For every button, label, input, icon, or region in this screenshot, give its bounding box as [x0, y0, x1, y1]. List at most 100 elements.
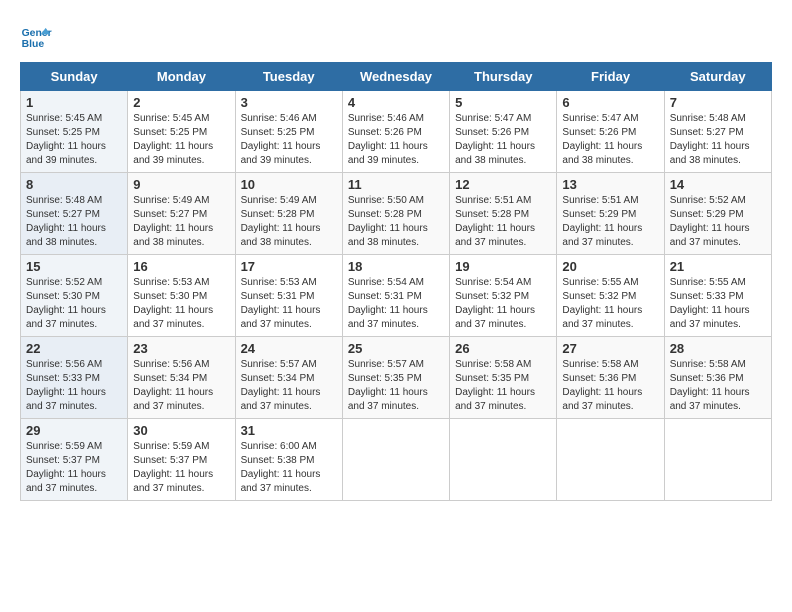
day-number: 7: [670, 95, 766, 110]
day-info: Sunrise: 5:48 AM Sunset: 5:27 PM Dayligh…: [670, 112, 766, 168]
calendar-day-cell: 26 Sunrise: 5:58 AM Sunset: 5:35 PM Dayl…: [450, 337, 557, 419]
weekday-header: Friday: [557, 63, 664, 91]
day-number: 6: [562, 95, 658, 110]
calendar-day-cell: 15 Sunrise: 5:52 AM Sunset: 5:30 PM Dayl…: [21, 255, 128, 337]
calendar-week-row: 1 Sunrise: 5:45 AM Sunset: 5:25 PM Dayli…: [21, 91, 772, 173]
day-info: Sunrise: 5:53 AM Sunset: 5:31 PM Dayligh…: [241, 276, 337, 332]
day-number: 14: [670, 177, 766, 192]
weekday-header: Tuesday: [235, 63, 342, 91]
calendar-day-cell: 5 Sunrise: 5:47 AM Sunset: 5:26 PM Dayli…: [450, 91, 557, 173]
calendar-day-cell: 30 Sunrise: 5:59 AM Sunset: 5:37 PM Dayl…: [128, 419, 235, 501]
day-info: Sunrise: 5:58 AM Sunset: 5:36 PM Dayligh…: [670, 358, 766, 414]
day-info: Sunrise: 5:58 AM Sunset: 5:35 PM Dayligh…: [455, 358, 551, 414]
calendar-week-row: 8 Sunrise: 5:48 AM Sunset: 5:27 PM Dayli…: [21, 173, 772, 255]
weekday-header: Thursday: [450, 63, 557, 91]
logo-icon: General Blue: [20, 20, 52, 52]
day-number: 21: [670, 259, 766, 274]
day-info: Sunrise: 5:55 AM Sunset: 5:33 PM Dayligh…: [670, 276, 766, 332]
day-number: 20: [562, 259, 658, 274]
calendar-day-cell: 11 Sunrise: 5:50 AM Sunset: 5:28 PM Dayl…: [342, 173, 449, 255]
day-info: Sunrise: 5:54 AM Sunset: 5:32 PM Dayligh…: [455, 276, 551, 332]
day-number: 29: [26, 423, 122, 438]
day-info: Sunrise: 5:47 AM Sunset: 5:26 PM Dayligh…: [455, 112, 551, 168]
weekday-header: Monday: [128, 63, 235, 91]
calendar-day-cell: 29 Sunrise: 5:59 AM Sunset: 5:37 PM Dayl…: [21, 419, 128, 501]
day-info: Sunrise: 5:55 AM Sunset: 5:32 PM Dayligh…: [562, 276, 658, 332]
day-number: 26: [455, 341, 551, 356]
day-info: Sunrise: 5:58 AM Sunset: 5:36 PM Dayligh…: [562, 358, 658, 414]
day-info: Sunrise: 6:00 AM Sunset: 5:38 PM Dayligh…: [241, 440, 337, 496]
day-number: 31: [241, 423, 337, 438]
day-number: 13: [562, 177, 658, 192]
calendar-day-cell: 3 Sunrise: 5:46 AM Sunset: 5:25 PM Dayli…: [235, 91, 342, 173]
day-number: 2: [133, 95, 229, 110]
day-info: Sunrise: 5:59 AM Sunset: 5:37 PM Dayligh…: [26, 440, 122, 496]
day-info: Sunrise: 5:53 AM Sunset: 5:30 PM Dayligh…: [133, 276, 229, 332]
day-info: Sunrise: 5:48 AM Sunset: 5:27 PM Dayligh…: [26, 194, 122, 250]
calendar-day-cell: 7 Sunrise: 5:48 AM Sunset: 5:27 PM Dayli…: [664, 91, 771, 173]
day-info: Sunrise: 5:56 AM Sunset: 5:33 PM Dayligh…: [26, 358, 122, 414]
day-info: Sunrise: 5:52 AM Sunset: 5:30 PM Dayligh…: [26, 276, 122, 332]
day-number: 8: [26, 177, 122, 192]
day-number: 24: [241, 341, 337, 356]
day-info: Sunrise: 5:51 AM Sunset: 5:28 PM Dayligh…: [455, 194, 551, 250]
calendar-day-cell: 2 Sunrise: 5:45 AM Sunset: 5:25 PM Dayli…: [128, 91, 235, 173]
weekday-header: Saturday: [664, 63, 771, 91]
calendar-day-cell: 28 Sunrise: 5:58 AM Sunset: 5:36 PM Dayl…: [664, 337, 771, 419]
calendar-day-cell: [664, 419, 771, 501]
calendar-day-cell: 20 Sunrise: 5:55 AM Sunset: 5:32 PM Dayl…: [557, 255, 664, 337]
calendar-day-cell: 24 Sunrise: 5:57 AM Sunset: 5:34 PM Dayl…: [235, 337, 342, 419]
calendar-day-cell: 23 Sunrise: 5:56 AM Sunset: 5:34 PM Dayl…: [128, 337, 235, 419]
calendar-day-cell: 25 Sunrise: 5:57 AM Sunset: 5:35 PM Dayl…: [342, 337, 449, 419]
day-number: 30: [133, 423, 229, 438]
svg-text:Blue: Blue: [22, 39, 45, 50]
day-number: 27: [562, 341, 658, 356]
calendar-header-row: SundayMondayTuesdayWednesdayThursdayFrid…: [21, 63, 772, 91]
calendar-day-cell: 12 Sunrise: 5:51 AM Sunset: 5:28 PM Dayl…: [450, 173, 557, 255]
calendar-week-row: 29 Sunrise: 5:59 AM Sunset: 5:37 PM Dayl…: [21, 419, 772, 501]
day-number: 12: [455, 177, 551, 192]
day-number: 10: [241, 177, 337, 192]
calendar-day-cell: 14 Sunrise: 5:52 AM Sunset: 5:29 PM Dayl…: [664, 173, 771, 255]
day-info: Sunrise: 5:57 AM Sunset: 5:35 PM Dayligh…: [348, 358, 444, 414]
day-info: Sunrise: 5:47 AM Sunset: 5:26 PM Dayligh…: [562, 112, 658, 168]
calendar-day-cell: 22 Sunrise: 5:56 AM Sunset: 5:33 PM Dayl…: [21, 337, 128, 419]
calendar-week-row: 22 Sunrise: 5:56 AM Sunset: 5:33 PM Dayl…: [21, 337, 772, 419]
day-number: 28: [670, 341, 766, 356]
calendar-day-cell: 1 Sunrise: 5:45 AM Sunset: 5:25 PM Dayli…: [21, 91, 128, 173]
calendar-table: SundayMondayTuesdayWednesdayThursdayFrid…: [20, 62, 772, 501]
day-info: Sunrise: 5:52 AM Sunset: 5:29 PM Dayligh…: [670, 194, 766, 250]
calendar-day-cell: [450, 419, 557, 501]
day-number: 22: [26, 341, 122, 356]
day-number: 5: [455, 95, 551, 110]
day-info: Sunrise: 5:45 AM Sunset: 5:25 PM Dayligh…: [133, 112, 229, 168]
calendar-day-cell: 13 Sunrise: 5:51 AM Sunset: 5:29 PM Dayl…: [557, 173, 664, 255]
day-info: Sunrise: 5:59 AM Sunset: 5:37 PM Dayligh…: [133, 440, 229, 496]
calendar-day-cell: [557, 419, 664, 501]
day-number: 4: [348, 95, 444, 110]
day-info: Sunrise: 5:46 AM Sunset: 5:25 PM Dayligh…: [241, 112, 337, 168]
day-number: 11: [348, 177, 444, 192]
day-number: 18: [348, 259, 444, 274]
day-info: Sunrise: 5:51 AM Sunset: 5:29 PM Dayligh…: [562, 194, 658, 250]
calendar-day-cell: 18 Sunrise: 5:54 AM Sunset: 5:31 PM Dayl…: [342, 255, 449, 337]
day-number: 25: [348, 341, 444, 356]
day-number: 19: [455, 259, 551, 274]
day-info: Sunrise: 5:50 AM Sunset: 5:28 PM Dayligh…: [348, 194, 444, 250]
day-info: Sunrise: 5:46 AM Sunset: 5:26 PM Dayligh…: [348, 112, 444, 168]
calendar-week-row: 15 Sunrise: 5:52 AM Sunset: 5:30 PM Dayl…: [21, 255, 772, 337]
weekday-header: Sunday: [21, 63, 128, 91]
day-info: Sunrise: 5:57 AM Sunset: 5:34 PM Dayligh…: [241, 358, 337, 414]
header: General Blue: [20, 20, 772, 52]
calendar-day-cell: 31 Sunrise: 6:00 AM Sunset: 5:38 PM Dayl…: [235, 419, 342, 501]
day-number: 16: [133, 259, 229, 274]
calendar-day-cell: 19 Sunrise: 5:54 AM Sunset: 5:32 PM Dayl…: [450, 255, 557, 337]
day-number: 23: [133, 341, 229, 356]
calendar-day-cell: 27 Sunrise: 5:58 AM Sunset: 5:36 PM Dayl…: [557, 337, 664, 419]
day-number: 1: [26, 95, 122, 110]
calendar-body: 1 Sunrise: 5:45 AM Sunset: 5:25 PM Dayli…: [21, 91, 772, 501]
calendar-day-cell: [342, 419, 449, 501]
logo: General Blue: [20, 20, 52, 52]
calendar-day-cell: 16 Sunrise: 5:53 AM Sunset: 5:30 PM Dayl…: [128, 255, 235, 337]
calendar-day-cell: 4 Sunrise: 5:46 AM Sunset: 5:26 PM Dayli…: [342, 91, 449, 173]
